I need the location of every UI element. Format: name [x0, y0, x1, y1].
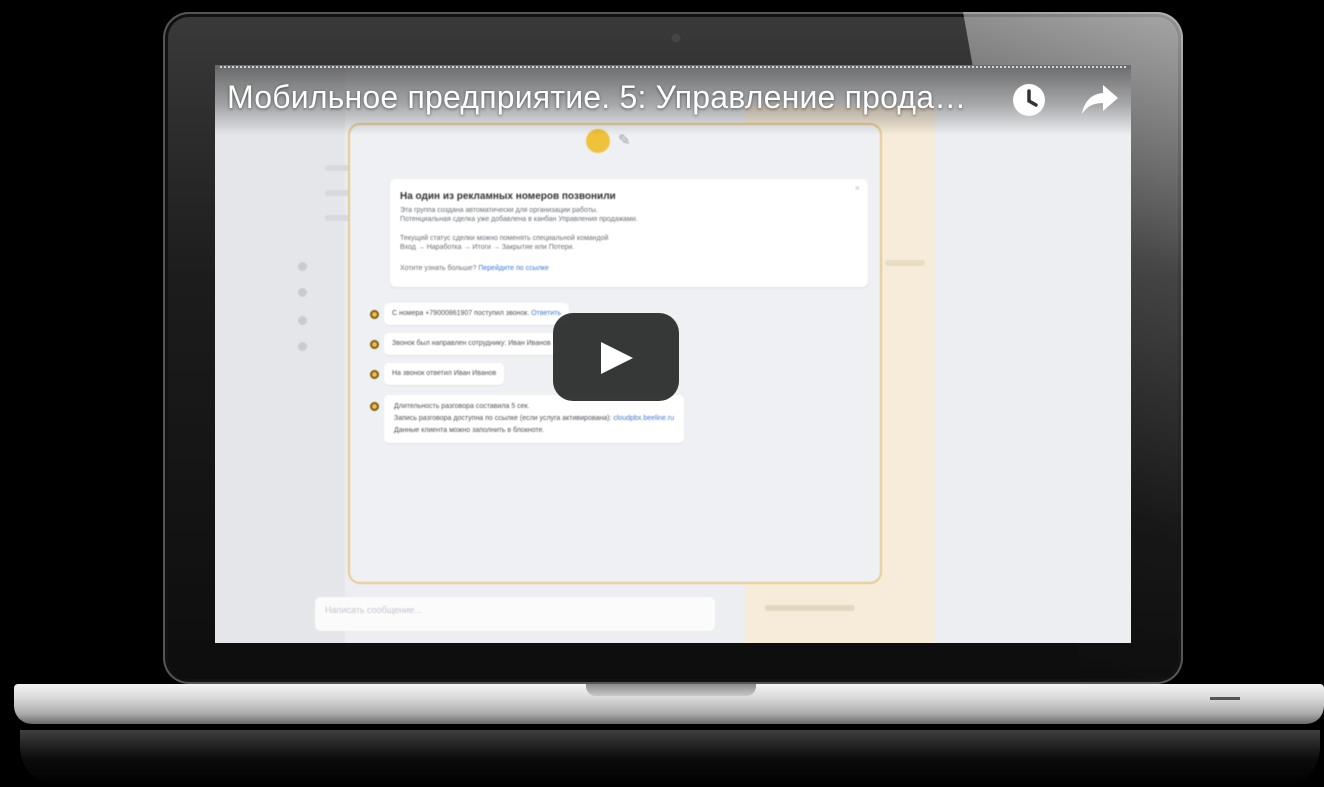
side-dot-icon: [298, 288, 307, 297]
surface-reflection: [20, 730, 1320, 787]
close-icon: ×: [854, 183, 860, 193]
ghost-text: [885, 260, 925, 266]
ghost-text: [765, 605, 855, 611]
event-marker-icon: [370, 340, 379, 349]
info-card-line: Вход → Наработка → Итоги → Закрытие или …: [400, 244, 575, 251]
event-bubble: На звонок ответил Иван Иванов: [384, 363, 505, 385]
event-text: На звонок ответил Иван Иванов: [392, 370, 497, 377]
focus-outline: [220, 66, 1126, 68]
app-left-column: [215, 65, 345, 643]
play-button[interactable]: [553, 313, 679, 401]
event-link: Ответить: [531, 310, 562, 317]
event-marker-icon: [370, 402, 379, 411]
event-marker-icon: [370, 310, 379, 319]
message-input: Написать сообщение...: [315, 597, 715, 631]
info-card-line: Эта группа создана автоматически для орг…: [400, 207, 598, 214]
event-bubble: Длительность разговора составила 5 сек. …: [384, 395, 685, 443]
play-icon: [601, 342, 633, 374]
share-arrow-icon[interactable]: [1081, 83, 1119, 117]
event-bubble: Звонок был направлен сотруднику: Иван Ив…: [384, 333, 559, 355]
webcam: [673, 35, 679, 41]
info-card: × На один из рекламных номеров позвонили…: [390, 179, 868, 287]
side-dot-icon: [298, 342, 307, 351]
event-text: Длительность разговора составила 5 сек.: [394, 403, 530, 410]
info-card-link: Перейдите по ссылке: [478, 265, 549, 272]
event-text: Звонок был направлен сотруднику: Иван Ив…: [392, 340, 551, 347]
event-text-line: Запись разговора доступна по ссылке (есл…: [394, 413, 674, 425]
video-title[interactable]: Мобильное предприятие. 5: Управление про…: [227, 79, 967, 116]
info-card-line: Текущий статус сделки можно поменять спе…: [400, 235, 609, 242]
laptop-opening-notch: [586, 684, 756, 696]
info-card-footer: Хотите узнать больше? Перейдите по ссылк…: [400, 265, 549, 272]
video-player[interactable]: Написать сообщение... ✎ × На один из рек…: [215, 65, 1131, 643]
watch-later-clock-icon[interactable]: [1012, 83, 1046, 117]
event-marker-icon: [370, 370, 379, 379]
event-link: cloudpbx.beeline.ru: [613, 415, 675, 422]
info-card-question: Хотите узнать больше?: [400, 265, 477, 272]
info-card-line: Потенциальная сделка уже добавлена в кан…: [400, 216, 638, 223]
event-text: С номера +79000861907 поступил звонок.: [392, 310, 530, 317]
event-text: Данные клиента можно заполнить в блокнот…: [394, 427, 545, 434]
side-dot-icon: [298, 316, 307, 325]
event-text: Запись разговора доступна по ссылке (есл…: [394, 415, 612, 422]
side-dot-icon: [298, 262, 307, 271]
event-bubble: С номера +79000861907 поступил звонок. О…: [384, 303, 570, 325]
info-card-title: На один из рекламных номеров позвонили: [400, 191, 616, 202]
laptop-side-slot: [1210, 697, 1240, 700]
